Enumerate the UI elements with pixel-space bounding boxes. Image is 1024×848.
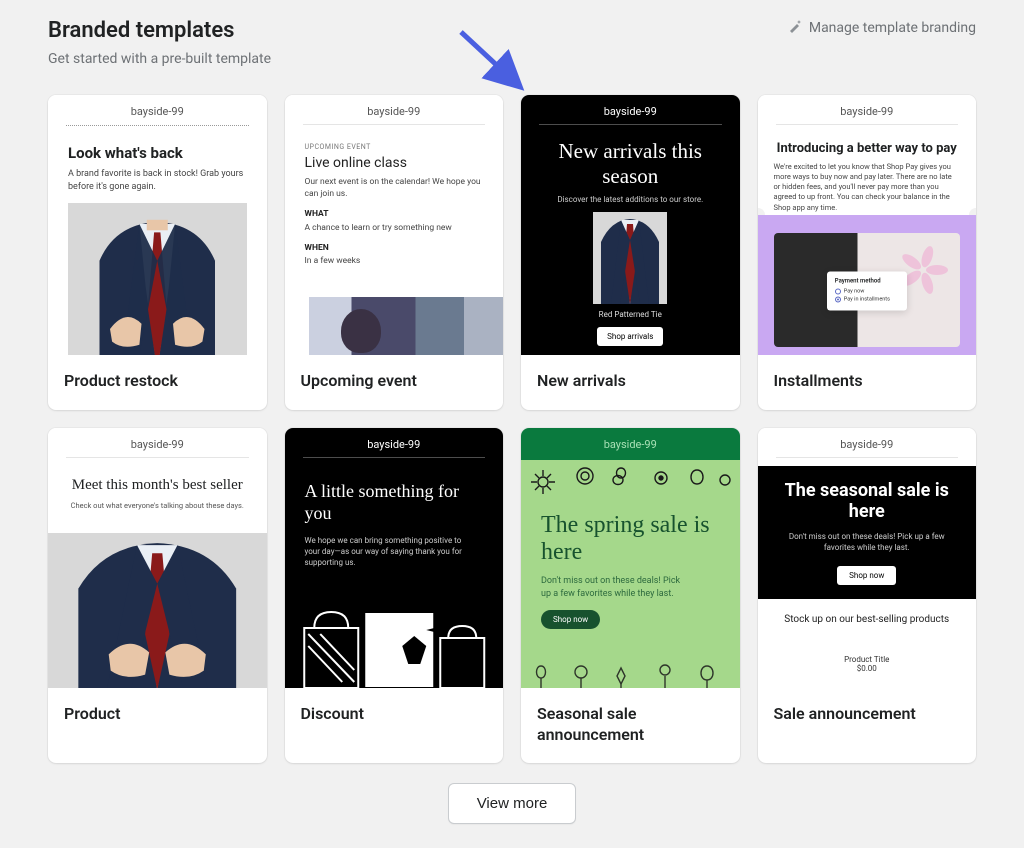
thumb-body: We're excited to let you know that Shop … <box>774 162 961 213</box>
product-image <box>593 212 667 304</box>
template-thumb: bayside-99 UPCOMING EVENT Live online cl… <box>285 95 504 355</box>
page-title: Branded templates <box>48 18 271 43</box>
thumb-headline: Look what's back <box>68 144 247 162</box>
template-name: Seasonal sale announcement <box>521 688 740 764</box>
thumb-body: Discover the latest additions to our sto… <box>521 195 740 204</box>
template-name: Sale announcement <box>758 688 977 743</box>
template-name: Discount <box>285 688 504 743</box>
thumb-body: Check out what everyone's talking about … <box>68 501 247 510</box>
template-name: Installments <box>758 355 977 410</box>
store-name: bayside-99 <box>521 428 740 460</box>
template-card-product-restock[interactable]: bayside-99 Look what's back A brand favo… <box>48 95 267 410</box>
manage-branding-label: Manage template branding <box>809 20 976 36</box>
view-more-button[interactable]: View more <box>448 783 577 824</box>
thumb-headline: A little something for you <box>305 480 484 525</box>
store-name: bayside-99 <box>285 428 504 466</box>
pay-installments-option: Pay in installments <box>844 296 890 302</box>
template-thumb: bayside-99 Introducing a better way to p… <box>758 95 977 355</box>
flower-doodles <box>521 656 737 688</box>
cta-button: Shop now <box>541 610 600 629</box>
product-image <box>48 533 267 688</box>
template-card-sale-announcement[interactable]: bayside-99 The seasonal sale is here Don… <box>758 428 977 764</box>
template-card-seasonal-sale[interactable]: bayside-99 The spring sale is here <box>521 428 740 764</box>
cta-button: Shop now <box>837 566 896 585</box>
thumb-headline: New arrivals this season <box>521 133 740 195</box>
template-card-new-arrivals[interactable]: bayside-99 New arrivals this season Disc… <box>521 95 740 410</box>
template-name: Product restock <box>48 355 267 410</box>
thumb-body: Don't miss out on these deals! Pick up a… <box>521 575 701 600</box>
event-photo <box>309 297 504 355</box>
store-name: bayside-99 <box>758 95 977 133</box>
when-label: WHEN <box>305 243 484 255</box>
template-name: Product <box>48 688 267 743</box>
thumb-body: Our next event is on the calendar! We ho… <box>305 177 484 201</box>
shopping-bags-illustration <box>301 598 488 688</box>
store-name: bayside-99 <box>758 428 977 466</box>
store-name: bayside-99 <box>48 428 267 466</box>
thumb-headline: Meet this month's best seller <box>68 476 247 495</box>
template-card-product[interactable]: bayside-99 Meet this month's best seller… <box>48 428 267 764</box>
template-thumb: bayside-99 Meet this month's best seller… <box>48 428 267 688</box>
store-name: bayside-99 <box>48 95 267 134</box>
flower-doodles <box>521 460 737 504</box>
template-thumb: bayside-99 A little something for you We… <box>285 428 504 688</box>
thumb-headline: The seasonal sale is here <box>778 480 957 523</box>
template-thumb: bayside-99 Look what's back A brand favo… <box>48 95 267 355</box>
thumb-below: Stock up on our best-selling products <box>778 613 957 627</box>
thumb-eyebrow: UPCOMING EVENT <box>305 143 484 151</box>
template-thumb: bayside-99 The spring sale is here <box>521 428 740 688</box>
template-card-installments[interactable]: bayside-99 Introducing a better way to p… <box>758 95 977 410</box>
template-card-discount[interactable]: bayside-99 A little something for you We… <box>285 428 504 764</box>
payment-modal: Payment method Pay now Pay in installmen… <box>827 271 907 310</box>
magic-wand-icon <box>787 18 803 38</box>
thumb-headline: Introducing a better way to pay <box>774 141 961 156</box>
template-name: New arrivals <box>521 355 740 410</box>
when-body: In a few weeks <box>305 256 484 268</box>
hero-image: Payment method Pay now Pay in installmen… <box>758 215 977 355</box>
templates-grid: bayside-99 Look what's back A brand favo… <box>48 95 976 763</box>
manage-template-branding-link[interactable]: Manage template branding <box>787 18 976 38</box>
store-name: bayside-99 <box>521 95 740 133</box>
template-thumb: bayside-99 The seasonal sale is here Don… <box>758 428 977 688</box>
product-image <box>68 203 247 355</box>
template-card-upcoming-event[interactable]: bayside-99 UPCOMING EVENT Live online cl… <box>285 95 504 410</box>
page-subtitle: Get started with a pre-built template <box>48 51 271 67</box>
template-name: Upcoming event <box>285 355 504 410</box>
cta-button: Shop arrivals <box>597 327 663 346</box>
thumb-body: A brand favorite is back in stock! Grab … <box>68 168 247 193</box>
product-label: Red Patterned Tie <box>521 310 740 319</box>
modal-title: Payment method <box>835 277 899 284</box>
thumb-headline: Live online class <box>305 155 484 171</box>
template-thumb: bayside-99 New arrivals this season Disc… <box>521 95 740 355</box>
thumb-body: We hope we can bring something positive … <box>305 535 475 569</box>
what-label: WHAT <box>305 209 484 221</box>
pay-now-option: Pay now <box>844 288 865 294</box>
product-price: $0.00 <box>778 664 957 673</box>
store-name: bayside-99 <box>285 95 504 133</box>
what-body: A chance to learn or try something new <box>305 223 484 235</box>
product-title: Product Title <box>778 655 957 664</box>
thumb-body: Don't miss out on these deals! Pick up a… <box>787 531 947 553</box>
